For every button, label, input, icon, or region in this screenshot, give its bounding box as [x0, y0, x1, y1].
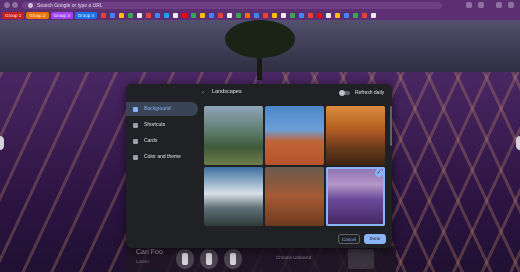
- tree-canopy: [225, 20, 295, 58]
- bookmark-icon[interactable]: [290, 12, 296, 18]
- bookmark-icon[interactable]: [101, 12, 107, 18]
- profile-icon[interactable]: [478, 2, 484, 8]
- bookmark-icon[interactable]: [137, 12, 143, 18]
- bookmark-icon[interactable]: [335, 12, 341, 18]
- google-icon: [28, 3, 33, 8]
- bookmark-icon[interactable]: [191, 12, 197, 18]
- wallpaper-tile[interactable]: [204, 167, 263, 226]
- bookmark-icon[interactable]: [182, 12, 188, 18]
- extension-icon[interactable]: [466, 2, 472, 8]
- omnibox[interactable]: Search Google or type a URL: [22, 2, 442, 9]
- bookmark-icon[interactable]: [155, 12, 161, 18]
- menu-icon[interactable]: [496, 2, 502, 8]
- menu-item-label: Cards: [144, 138, 158, 144]
- bookmark-icon[interactable]: [209, 12, 215, 18]
- bookmark-icon[interactable]: [353, 12, 359, 18]
- bookmark-icon[interactable]: [326, 12, 332, 18]
- menu-item-label: Background: [144, 106, 171, 112]
- menu-item-color-theme[interactable]: Color and theme: [126, 150, 198, 164]
- image-icon: [133, 106, 138, 112]
- omnibox-placeholder: Search Google or type a URL: [37, 2, 103, 9]
- scrollbar[interactable]: [390, 106, 392, 146]
- phone-thumb[interactable]: [200, 249, 218, 269]
- bookmark-icon[interactable]: [281, 12, 287, 18]
- phone-thumb[interactable]: [224, 249, 242, 269]
- forward-icon[interactable]: [12, 2, 18, 8]
- bookmark-icon[interactable]: [299, 12, 305, 18]
- menu-item-background[interactable]: Background: [126, 102, 198, 116]
- bookmark-icon[interactable]: [371, 12, 377, 18]
- bookmark-icon[interactable]: [344, 12, 350, 18]
- bookmark-icon[interactable]: [362, 12, 368, 18]
- wallpaper-tile[interactable]: [204, 106, 263, 165]
- bookmark-icon[interactable]: [272, 12, 278, 18]
- bookmark-icon[interactable]: [164, 12, 170, 18]
- checkmark-icon: ✓: [375, 169, 383, 177]
- refresh-daily-toggle[interactable]: [339, 90, 350, 96]
- bookmark-icon[interactable]: [110, 12, 116, 18]
- browser-toolbar: Search Google or type a URL Group 1 Grou…: [0, 0, 520, 20]
- menu-item-shortcuts[interactable]: Shortcuts: [126, 118, 198, 132]
- bookmark-icon[interactable]: [227, 12, 233, 18]
- bookmark-icon[interactable]: [263, 12, 269, 18]
- account-sub: Lorem: [136, 259, 149, 264]
- dialog-footer: Cancel Done: [126, 230, 392, 248]
- back-icon[interactable]: [4, 2, 10, 8]
- collection-title: Landscapes: [212, 89, 242, 95]
- wallpaper-tile[interactable]: [326, 106, 385, 165]
- menu-item-label: Shortcuts: [144, 122, 166, 128]
- bookmark-icon[interactable]: [236, 12, 242, 18]
- bookmark-icon[interactable]: [218, 12, 224, 18]
- previous-arrow-icon[interactable]: [0, 136, 4, 150]
- customize-menu: Background Shortcuts Cards Color and the…: [126, 102, 198, 166]
- bookmark-icon[interactable]: [128, 12, 134, 18]
- chrome-unboxed-link[interactable]: Chrome Unboxed: [276, 255, 311, 260]
- link-icon: [133, 122, 138, 128]
- done-button[interactable]: Done: [364, 234, 386, 244]
- wallpaper-grid: ✓: [204, 106, 388, 230]
- wallpaper-tile[interactable]: [265, 106, 324, 165]
- wallpaper-tile[interactable]: [265, 167, 324, 226]
- next-arrow-icon[interactable]: [516, 136, 520, 150]
- menu-item-label: Color and theme: [144, 154, 181, 160]
- back-arrow-icon[interactable]: ‹: [202, 90, 204, 96]
- cards-icon: [133, 138, 138, 144]
- bookmarks-bar: Group 1 Group 2 Group 3 Group 4: [0, 10, 520, 20]
- shortcut-card[interactable]: [348, 249, 374, 269]
- window-icon[interactable]: [508, 2, 514, 8]
- bookmark-icon[interactable]: [173, 12, 179, 18]
- tab-group-3[interactable]: Group 3: [50, 11, 73, 19]
- tab-group-2[interactable]: Group 2: [26, 11, 49, 19]
- bookmark-icon[interactable]: [119, 12, 125, 18]
- customize-dialog: Background Shortcuts Cards Color and the…: [126, 84, 392, 248]
- wallpaper-tile-selected[interactable]: ✓: [326, 167, 385, 226]
- account-name: Cari Foo: [136, 249, 163, 256]
- bookmark-icon[interactable]: [200, 12, 206, 18]
- phone-thumb[interactable]: [176, 249, 194, 269]
- tab-group-4[interactable]: Group 4: [74, 11, 98, 19]
- bookmark-icon[interactable]: [146, 12, 152, 18]
- tab-group-1[interactable]: Group 1: [2, 11, 25, 19]
- menu-item-cards[interactable]: Cards: [126, 134, 198, 148]
- cancel-button[interactable]: Cancel: [338, 234, 360, 244]
- ntp-panel: Cari Foo Lorem Chrome Unboxed: [126, 246, 396, 272]
- palette-icon: [133, 154, 138, 160]
- refresh-daily-label: Refresh daily: [355, 90, 385, 96]
- bookmark-icon[interactable]: [245, 12, 251, 18]
- bookmark-icon[interactable]: [317, 12, 323, 18]
- bookmark-icon[interactable]: [308, 12, 314, 18]
- bookmark-icon[interactable]: [254, 12, 260, 18]
